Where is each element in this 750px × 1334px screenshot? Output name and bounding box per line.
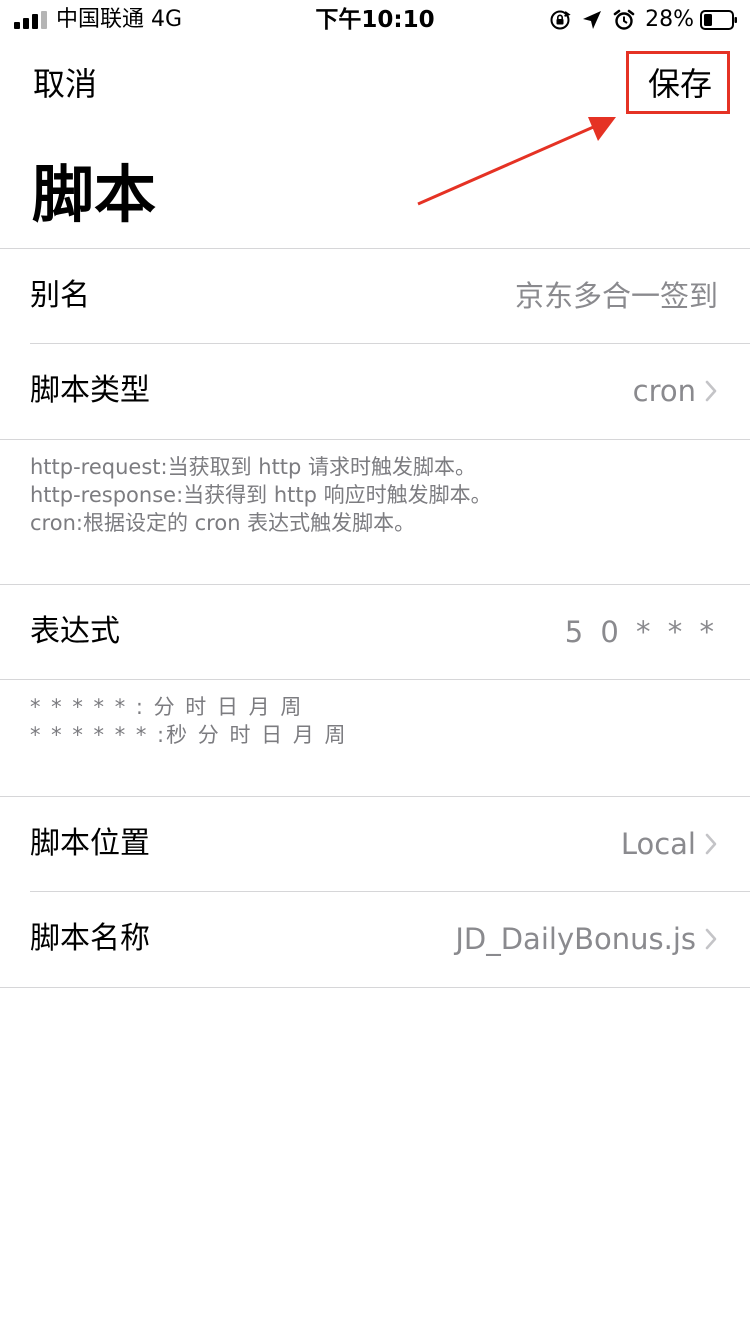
- type-help-line: http-request:当获取到 http 请求时触发脚本。: [30, 455, 477, 479]
- script-location-value: Local: [620, 827, 696, 861]
- expression-help-line: * * * * * : 分 时 日 月 周: [30, 695, 304, 719]
- divider: [0, 679, 750, 680]
- expression-row[interactable]: 表达式 5 0 * * *: [0, 585, 750, 679]
- divider: [0, 987, 750, 988]
- expression-value[interactable]: 5 0 * * *: [565, 610, 718, 654]
- type-help-line: http-response:当获得到 http 响应时触发脚本。: [30, 483, 492, 507]
- status-right-group: 28%: [549, 6, 738, 34]
- alias-value[interactable]: 京东多合一签到: [515, 274, 718, 318]
- type-help-line: cron:根据设定的 cron 表达式触发脚本。: [30, 511, 416, 535]
- battery-icon: [700, 10, 737, 30]
- page-title: 脚本: [32, 158, 157, 231]
- script-location-label: 脚本位置: [30, 826, 150, 861]
- chevron-right-icon: [705, 833, 717, 855]
- battery-percent: 28%: [645, 7, 694, 32]
- script-type-value: cron: [632, 374, 696, 408]
- script-location-row[interactable]: 脚本位置 Local: [0, 797, 750, 891]
- script-name-value: JD_DailyBonus.js: [455, 922, 696, 956]
- alias-row[interactable]: 别名 京东多合一签到: [0, 249, 750, 343]
- status-bar: 中国联通 4G 下午10:10 28%: [0, 0, 750, 40]
- chevron-right-icon: [705, 928, 717, 950]
- divider: [0, 439, 750, 440]
- alarm-clock-icon: [613, 9, 635, 30]
- save-button[interactable]: 保存: [648, 62, 712, 106]
- chevron-right-icon: [705, 380, 717, 402]
- annotation-arrow: [417, 117, 616, 206]
- rotation-lock-icon: [550, 10, 571, 30]
- script-type-row[interactable]: 脚本类型 cron: [0, 344, 750, 438]
- script-name-label: 脚本名称: [30, 921, 150, 956]
- cancel-button[interactable]: 取消: [33, 62, 97, 106]
- script-type-label: 脚本类型: [30, 373, 150, 408]
- alias-label: 别名: [30, 278, 90, 313]
- expression-label: 表达式: [30, 614, 120, 649]
- location-arrow-icon: [583, 11, 602, 29]
- expression-help-line: * * * * * * :秒 分 时 日 月 周: [30, 723, 348, 747]
- script-name-row[interactable]: 脚本名称 JD_DailyBonus.js: [0, 892, 750, 986]
